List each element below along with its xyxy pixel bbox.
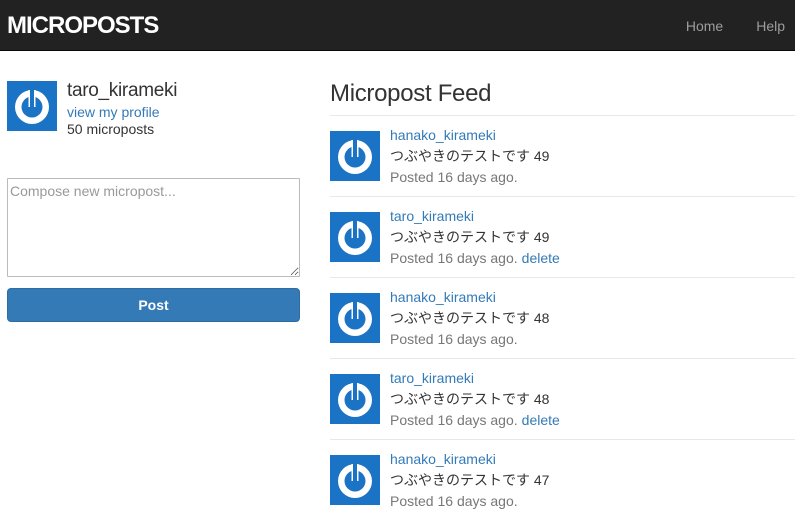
- feed-timestamp: Posted 16 days ago.: [390, 329, 518, 349]
- feed-timestamp: Posted 16 days ago.: [390, 491, 518, 511]
- sidebar: taro_kirameki view my profile 50 micropo…: [7, 80, 300, 322]
- feed-user-link[interactable]: taro_kirameki: [390, 207, 474, 225]
- gravatar-icon[interactable]: [7, 81, 57, 131]
- user-name: taro_kirameki: [67, 80, 178, 101]
- feed-content: つぶやきのテストです 48: [390, 310, 550, 326]
- feed-content: つぶやきのテストです 49: [390, 229, 550, 245]
- feed-delete-link[interactable]: delete: [522, 412, 560, 428]
- feed-user-link[interactable]: hanako_kirameki: [390, 450, 496, 468]
- navbar: MICROPOSTS Home Help: [0, 0, 795, 51]
- user-info: taro_kirameki view my profile 50 micropo…: [7, 80, 300, 151]
- feed-list: hanako_kirameki つぶやきのテストです 49 Posted 16 …: [330, 115, 795, 520]
- micropost-count: 50 microposts: [67, 121, 155, 137]
- compose-micropost-field[interactable]: [7, 178, 300, 277]
- feed-content: つぶやきのテストです 49: [390, 148, 550, 164]
- gravatar-icon[interactable]: [330, 374, 380, 424]
- gravatar-icon[interactable]: [330, 455, 380, 505]
- feed-item: hanako_kirameki つぶやきのテストです 49 Posted 16 …: [330, 115, 795, 195]
- brand-logo[interactable]: MICROPOSTS: [7, 12, 159, 40]
- feed-title: Micropost Feed: [330, 80, 492, 107]
- feed-timestamp: Posted 16 days ago. delete: [390, 410, 560, 430]
- micropost-feed: Micropost Feed hanako_kirameki つぶやきのテストで…: [330, 78, 795, 509]
- gravatar-icon[interactable]: [330, 293, 380, 343]
- view-profile-link[interactable]: view my profile: [67, 103, 160, 121]
- feed-item: hanako_kirameki つぶやきのテストです 47 Posted 16 …: [330, 439, 795, 519]
- post-button[interactable]: Post: [7, 288, 300, 322]
- feed-timestamp: Posted 16 days ago.: [390, 167, 518, 187]
- feed-item: taro_kirameki つぶやきのテストです 48 Posted 16 da…: [330, 358, 795, 438]
- nav-link-help[interactable]: Help: [756, 16, 785, 36]
- feed-timestamp-text: Posted 16 days ago.: [390, 250, 518, 266]
- feed-item: hanako_kirameki つぶやきのテストです 48 Posted 16 …: [330, 277, 795, 357]
- feed-item: taro_kirameki つぶやきのテストです 49 Posted 16 da…: [330, 196, 795, 276]
- feed-user-link[interactable]: hanako_kirameki: [390, 288, 496, 306]
- feed-timestamp-text: Posted 16 days ago.: [390, 331, 518, 347]
- feed-content: つぶやきのテストです 47: [390, 472, 550, 488]
- feed-content: つぶやきのテストです 48: [390, 391, 550, 407]
- feed-user-link[interactable]: hanako_kirameki: [390, 126, 496, 144]
- gravatar-icon[interactable]: [330, 212, 380, 262]
- feed-timestamp-text: Posted 16 days ago.: [390, 412, 518, 428]
- feed-user-link[interactable]: taro_kirameki: [390, 369, 474, 387]
- nav-links: Home Help: [653, 0, 785, 51]
- nav-link-home[interactable]: Home: [686, 16, 723, 36]
- feed-timestamp: Posted 16 days ago. delete: [390, 248, 560, 268]
- feed-timestamp-text: Posted 16 days ago.: [390, 493, 518, 509]
- feed-timestamp-text: Posted 16 days ago.: [390, 169, 518, 185]
- feed-delete-link[interactable]: delete: [522, 250, 560, 266]
- gravatar-icon[interactable]: [330, 131, 380, 181]
